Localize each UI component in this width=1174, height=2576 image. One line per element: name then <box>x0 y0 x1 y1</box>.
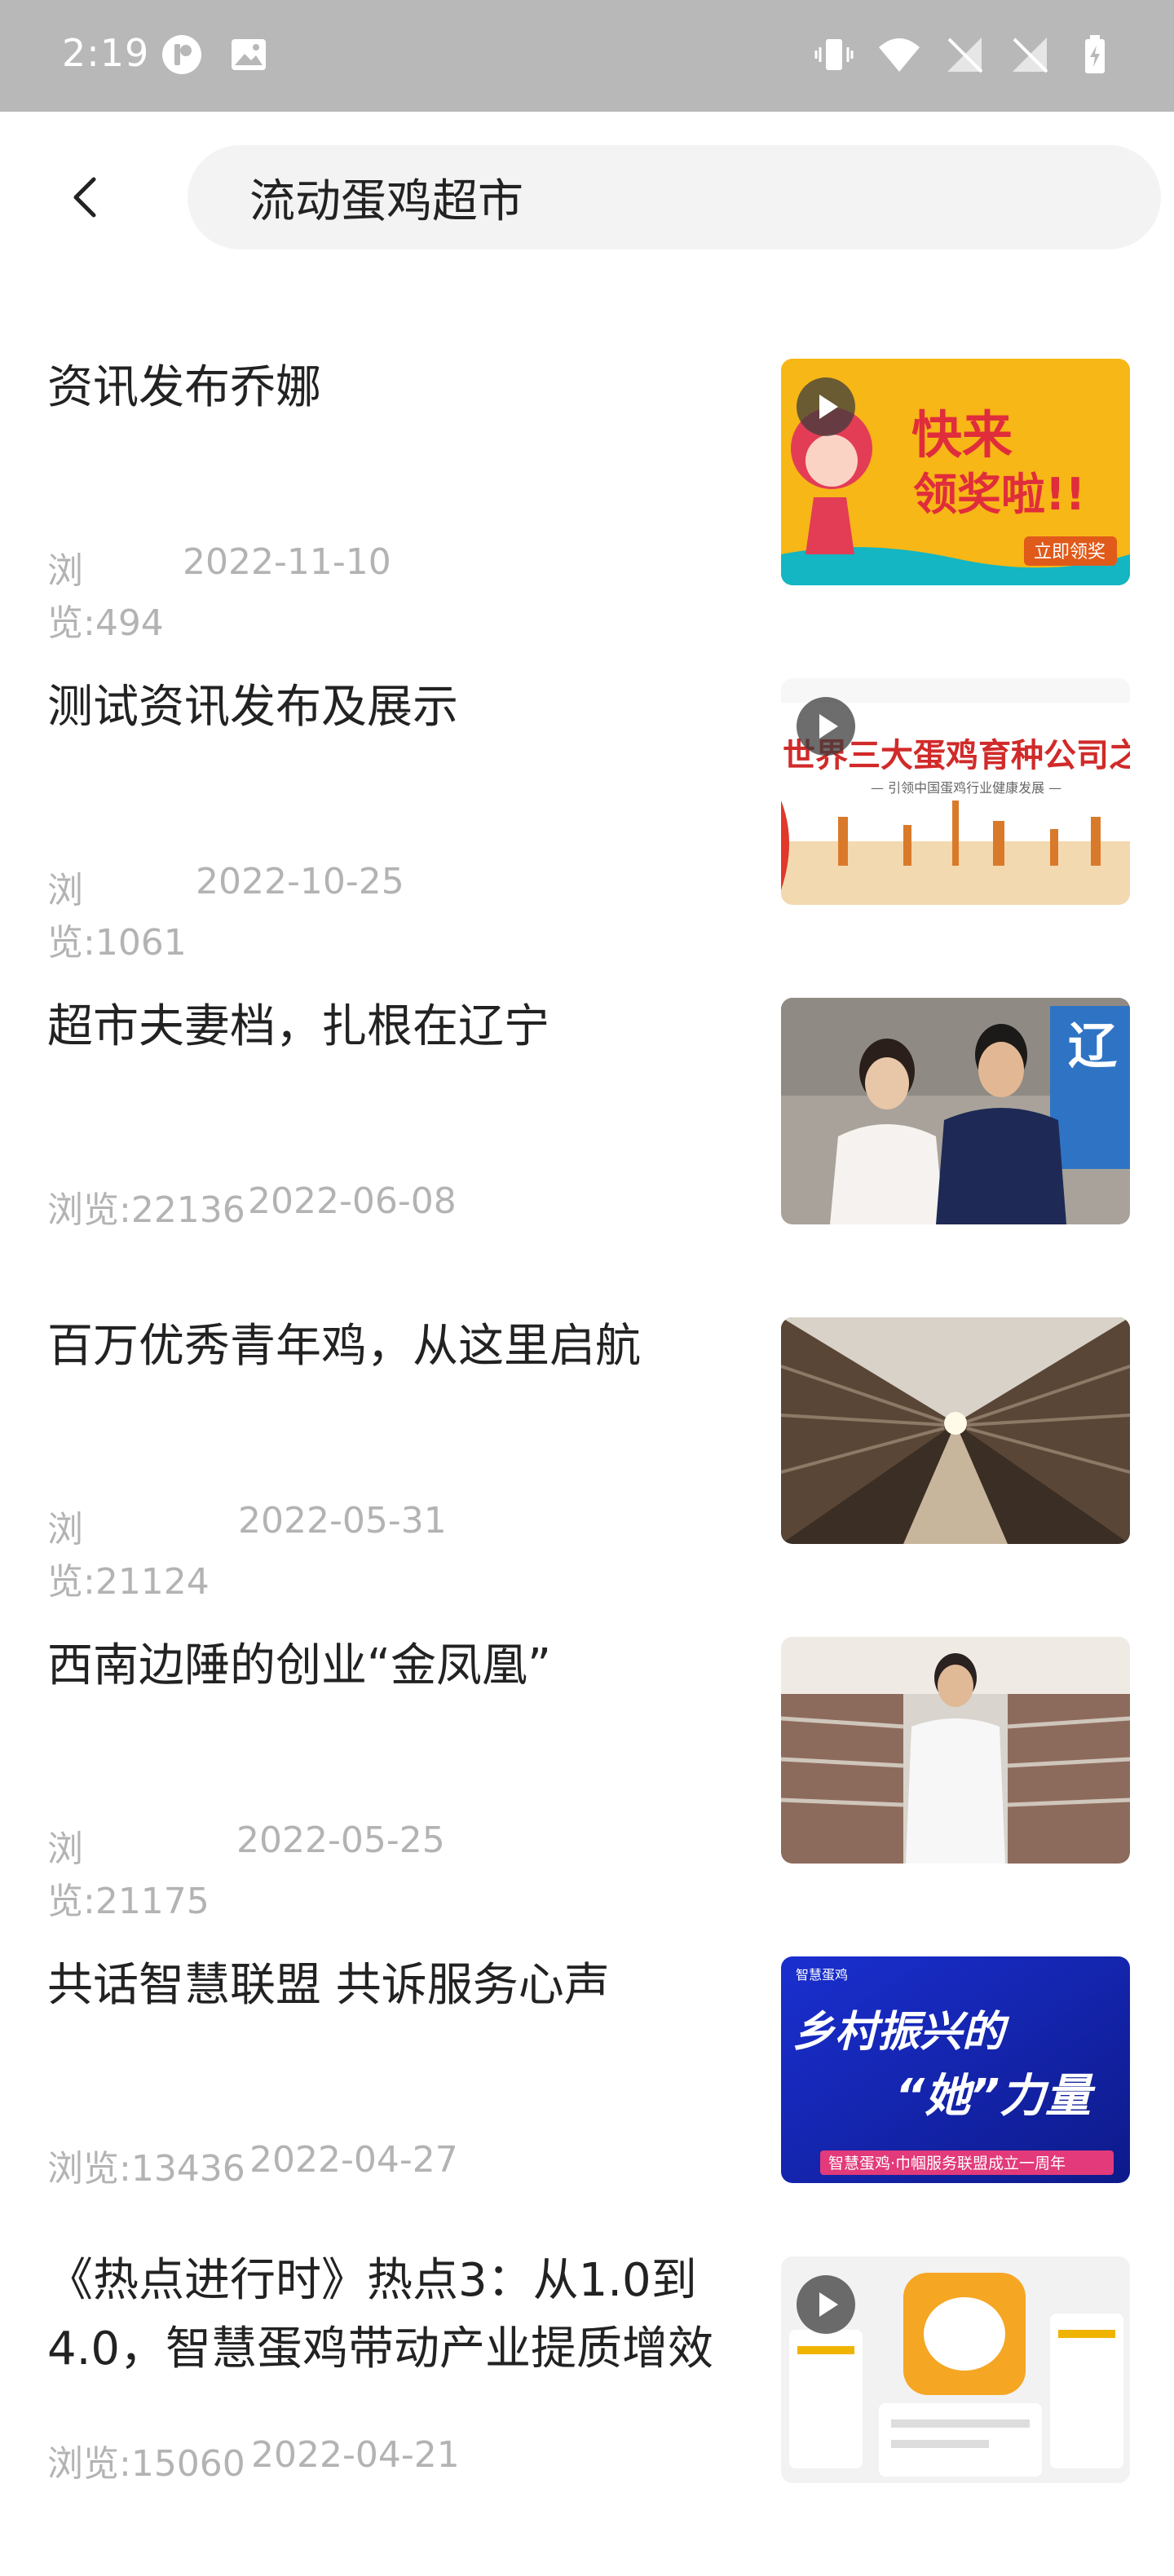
view-count: 浏览:494 <box>47 550 164 644</box>
view-count: 浏览:15060 <box>47 2443 245 2485</box>
publish-date: 2022-04-21 <box>251 2434 460 2476</box>
news-title: 《热点进行时》热点3：从1.0到4.0，智慧蛋鸡带动产业提质增效 <box>47 2254 714 2375</box>
news-item[interactable]: 测试资讯发布及展示 浏览:10612022-10-25 世界三大蛋鸡育种公司之一… <box>0 659 1174 978</box>
news-item[interactable]: 共话智慧联盟 共诉服务心声 浏览:13436 2022-04-27 智慧蛋鸡 乡村… <box>0 1937 1174 2256</box>
thumb-text: 快来 <box>911 405 1013 465</box>
back-arrow-icon <box>73 177 96 218</box>
app-notification-icon <box>160 33 204 77</box>
play-icon[interactable] <box>796 696 856 756</box>
news-item[interactable]: 西南边陲的创业“金凤凰” 浏览:21175 2022-05-25 <box>0 1617 1174 1937</box>
news-thumbnail[interactable]: 辽 <box>781 998 1130 1224</box>
publish-date: 2022-11-10 <box>183 541 391 583</box>
vibrate-icon <box>812 33 856 77</box>
publish-date: 2022-06-08 <box>248 1180 457 1222</box>
publish-date: 2022-05-25 <box>236 1820 445 1861</box>
thumb-text: 领奖啦!! <box>913 469 1085 520</box>
thumb-text: 智慧蛋鸡 <box>796 1967 848 1983</box>
view-count: 浏览:21175 <box>47 1828 210 1922</box>
play-icon[interactable] <box>796 2274 856 2335</box>
thumb-text: 辽 <box>1068 1018 1117 1075</box>
view-count: 浏览:22136 <box>47 1189 245 1231</box>
news-title: 西南边陲的创业“金凤凰” <box>47 1639 552 1692</box>
battery-charging-icon <box>1073 33 1117 77</box>
no-signal-icon-2 <box>1008 33 1052 77</box>
news-list: 资讯发布乔娜 浏览:494 2022-11-10 快来 领奖啦!! 立即领奖 测试… <box>0 339 1174 2576</box>
back-button[interactable] <box>51 161 124 234</box>
thumb-text: 智慧蛋鸡·巾帼服务联盟成立一周年 <box>828 2155 1066 2172</box>
news-title: 资讯发布乔娜 <box>47 361 321 414</box>
thumb-text: “她”力量 <box>895 2070 1096 2123</box>
publish-date: 2022-05-31 <box>238 1500 447 1542</box>
news-thumbnail[interactable] <box>781 2256 1130 2483</box>
news-item[interactable]: 百万优秀青年鸡，从这里启航 浏览:21124 2022-05-31 <box>0 1298 1174 1617</box>
view-count: 浏览:21124 <box>47 1509 210 1603</box>
publish-date: 2022-04-27 <box>249 2139 458 2181</box>
no-signal-icon <box>942 33 986 77</box>
news-item[interactable]: 《热点进行时》热点3：从1.0到4.0，智慧蛋鸡带动产业提质增效 浏览:1506… <box>0 2254 1174 2576</box>
search-input[interactable] <box>248 170 1161 225</box>
news-title: 共话智慧联盟 共诉服务心声 <box>47 1959 610 2012</box>
news-item[interactable]: 超市夫妻档，扎根在辽宁 浏览:22136 2022-06-08 辽 <box>0 978 1174 1298</box>
news-thumbnail[interactable]: 快来 领奖啦!! 立即领奖 <box>781 359 1130 585</box>
publish-date: 2022-10-25 <box>196 861 404 902</box>
news-item[interactable]: 资讯发布乔娜 浏览:494 2022-11-10 快来 领奖啦!! 立即领奖 <box>0 339 1174 659</box>
news-thumbnail[interactable] <box>781 1317 1130 1544</box>
news-thumbnail[interactable] <box>781 1637 1130 1864</box>
thumb-text: — 引领中国蛋鸡行业健康发展 — <box>871 780 1061 796</box>
news-title: 百万优秀青年鸡，从这里启航 <box>47 1320 641 1373</box>
wifi-icon <box>877 33 921 77</box>
news-title: 超市夫妻档，扎根在辽宁 <box>47 1000 549 1053</box>
view-count: 浏览:1061 <box>47 870 187 964</box>
status-bar: 2:19 <box>0 0 1174 112</box>
thumb-text: 立即领奖 <box>1034 542 1106 562</box>
news-thumbnail[interactable]: 智慧蛋鸡 乡村振兴的 “她”力量 智慧蛋鸡·巾帼服务联盟成立一周年 <box>781 1956 1130 2183</box>
play-icon[interactable] <box>796 377 856 437</box>
search-box[interactable] <box>188 145 1161 249</box>
status-time: 2:19 <box>62 31 150 75</box>
thumb-text: 乡村振兴的 <box>792 2008 1010 2057</box>
image-notification-icon <box>227 33 271 77</box>
news-thumbnail[interactable]: 世界三大蛋鸡育种公司之一 — 引领中国蛋鸡行业健康发展 — <box>781 678 1130 905</box>
news-title: 测试资讯发布及展示 <box>47 681 458 734</box>
view-count: 浏览:13436 <box>47 2148 245 2190</box>
